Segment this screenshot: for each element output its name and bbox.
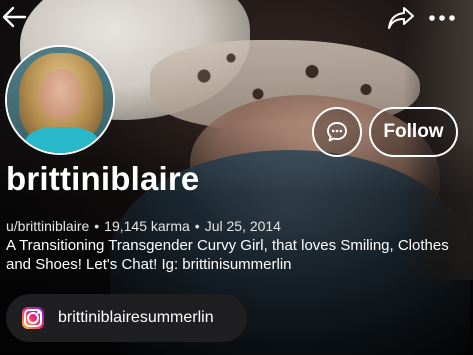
profile-meta: u/brittiniblaire • 19,145 karma • Jul 25, 20… bbox=[6, 218, 281, 234]
profile-screen: Follow brittiniblaire u/brittiniblaire • 1… bbox=[0, 0, 473, 355]
more-dots-icon bbox=[429, 15, 455, 21]
instagram-icon bbox=[22, 307, 44, 329]
more-options-button[interactable] bbox=[426, 6, 458, 30]
share-icon bbox=[388, 7, 414, 29]
profile-username: u/brittiniblaire bbox=[6, 218, 90, 234]
separator-dot: • bbox=[94, 218, 100, 234]
follow-button[interactable]: Follow bbox=[369, 107, 458, 157]
share-button[interactable] bbox=[384, 2, 418, 34]
karma-count: 19,145 karma bbox=[104, 218, 190, 234]
chat-bubble-icon bbox=[327, 122, 347, 142]
profile-display-name: brittiniblaire bbox=[6, 160, 200, 197]
profile-bio: A Transitioning Transgender Curvy Girl, … bbox=[6, 237, 449, 273]
back-button[interactable] bbox=[0, 0, 30, 34]
social-link-label: brittiniblairesummerlin bbox=[58, 309, 214, 326]
separator-dot: • bbox=[194, 218, 200, 234]
chat-button[interactable] bbox=[312, 107, 362, 157]
social-link-instagram[interactable]: brittiniblairesummerlin bbox=[6, 294, 247, 342]
back-arrow-icon bbox=[2, 6, 27, 28]
cake-day: Jul 25, 2014 bbox=[204, 218, 281, 234]
avatar bbox=[5, 45, 115, 155]
